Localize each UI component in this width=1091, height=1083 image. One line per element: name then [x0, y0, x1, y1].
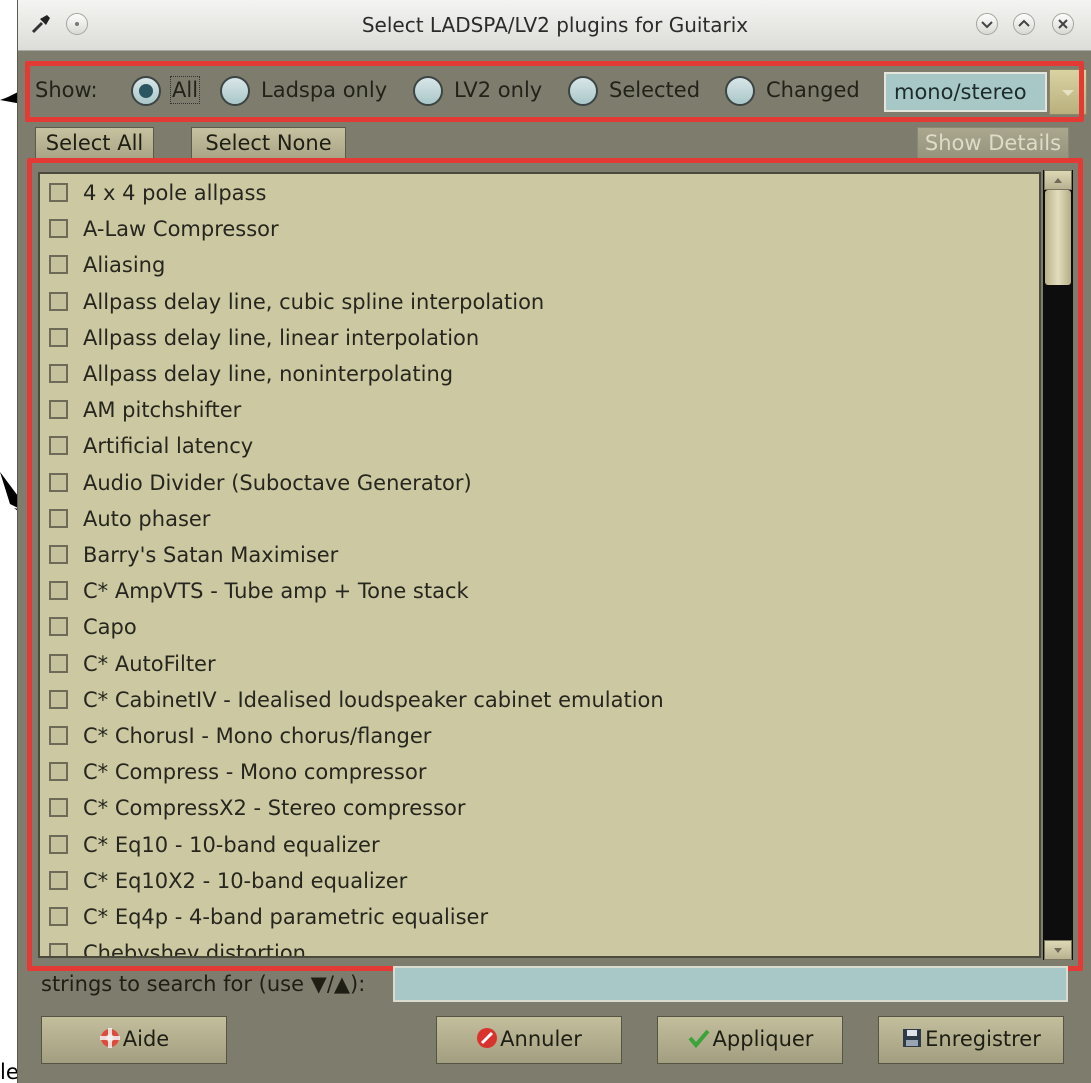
stray-text-fragment: le: [0, 1060, 17, 1083]
plugin-dialog-window: Select LADSPA/LV2 plugins for Guitarix S…: [17, 0, 1091, 1083]
cancel-button[interactable]: Annuler: [436, 1016, 622, 1064]
show-details-button[interactable]: Show Details: [917, 127, 1069, 160]
search-input[interactable]: [393, 966, 1068, 1002]
cancel-icon: [477, 1028, 498, 1048]
save-button[interactable]: Enregistrer: [878, 1016, 1064, 1064]
close-icon[interactable]: [1052, 13, 1074, 35]
cancel-button-label: Annuler: [500, 1027, 582, 1051]
help-lifebuoy-icon: [99, 1028, 120, 1048]
help-button-label: Aide: [122, 1027, 170, 1051]
window-title: Select LADSPA/LV2 plugins for Guitarix: [361, 13, 749, 37]
select-none-button[interactable]: Select None: [191, 127, 346, 160]
save-button-label: Enregistrer: [925, 1027, 1041, 1051]
titlebar: Select LADSPA/LV2 plugins for Guitarix: [18, 0, 1091, 51]
apply-button[interactable]: Appliquer: [657, 1016, 843, 1064]
select-all-button[interactable]: Select All: [35, 127, 154, 160]
help-button[interactable]: Aide: [41, 1016, 227, 1064]
maximize-icon[interactable]: [1013, 13, 1035, 35]
minimize-icon[interactable]: [976, 13, 998, 35]
checkmark-icon: [688, 1029, 710, 1049]
highlight-box-show-row: [25, 61, 1084, 122]
search-label: strings to search for (use ▼/▲):: [41, 972, 366, 996]
apply-button-label: Appliquer: [712, 1027, 814, 1051]
floppy-disk-icon: [903, 1029, 922, 1047]
highlight-box-plugin-list: [27, 158, 1083, 971]
